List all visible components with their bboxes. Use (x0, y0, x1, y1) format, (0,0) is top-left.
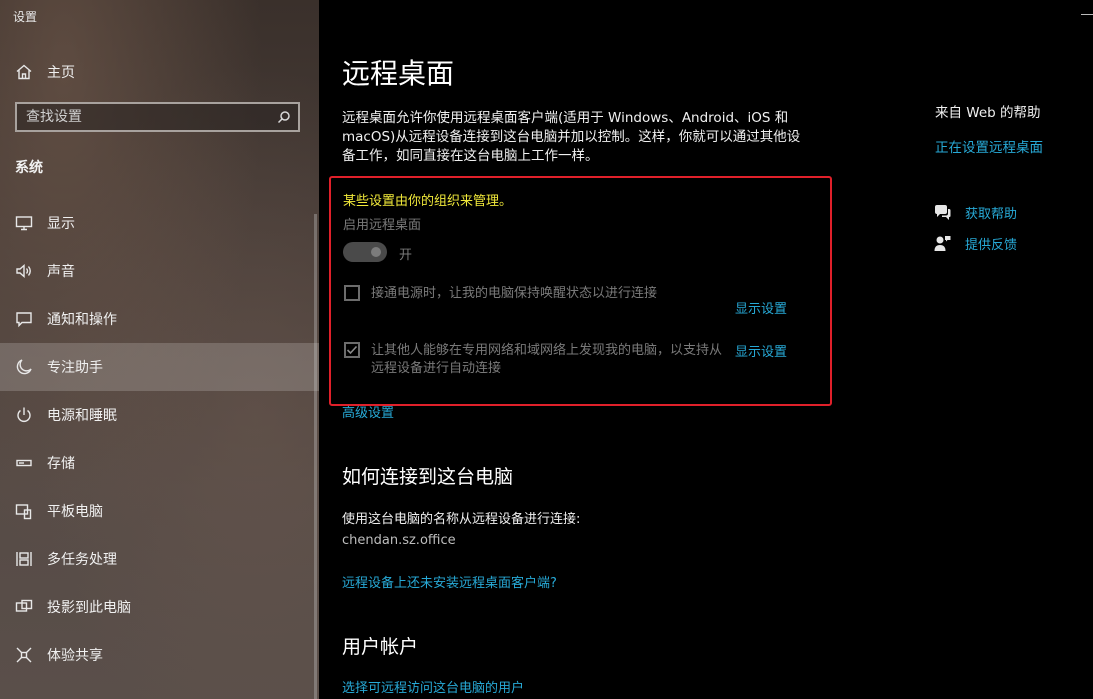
main-content: 远程桌面 远程桌面允许你使用远程桌面客户端(适用于 Windows、Androi… (319, 0, 1093, 699)
sidebar-item-label: 专注助手 (47, 360, 103, 376)
help-title: 来自 Web 的帮助 (935, 105, 1041, 121)
help-link-setup[interactable]: 正在设置远程桌面 (935, 136, 1043, 156)
sidebar-nav: 显示 声音 通知和操作 专注助手 电源和睡眠 存储 平板电脑 多任务处理 投影到… (0, 199, 319, 679)
page-title: 远程桌面 (342, 57, 455, 90)
sidebar-scrollbar[interactable] (314, 214, 317, 699)
power-icon (14, 405, 34, 425)
monitor-icon (14, 213, 34, 233)
sidebar-item-label: 存储 (47, 456, 75, 472)
feedback-link[interactable]: 提供反馈 (965, 234, 1017, 253)
sidebar-item-label: 通知和操作 (47, 312, 117, 328)
page-description: 远程桌面允许你使用远程桌面客户端(适用于 Windows、Android、iOS… (342, 110, 801, 164)
sidebar-item-focus-assist[interactable]: 专注助手 (0, 343, 319, 391)
enable-remote-desktop-label: 启用远程桌面 (343, 218, 422, 233)
keep-awake-checkbox[interactable] (344, 285, 360, 301)
share-icon (14, 645, 34, 665)
sidebar-item-shared-experiences[interactable]: 体验共享 (0, 631, 319, 679)
sidebar-item-tablet[interactable]: 平板电脑 (0, 487, 319, 535)
project-icon (14, 597, 34, 617)
connect-description: 使用这台电脑的名称从远程设备进行连接: (342, 512, 581, 527)
sidebar-item-label: 主页 (47, 65, 75, 81)
sidebar-item-label: 声音 (47, 264, 75, 280)
sidebar-item-multitasking[interactable]: 多任务处理 (0, 535, 319, 583)
select-users-link[interactable]: 选择可远程访问这台电脑的用户 (342, 677, 524, 696)
pc-name: chendan.sz.office (342, 533, 456, 548)
sidebar: 设置 主页 系统 显示 声音 通知和操作 (0, 0, 319, 699)
search-input[interactable] (17, 108, 274, 126)
sidebar-item-label: 显示 (47, 216, 75, 232)
keep-awake-label: 接通电源时，让我的电脑保持唤醒状态以进行连接 (371, 286, 658, 301)
get-help-link[interactable]: 获取帮助 (965, 203, 1017, 222)
feedback-row[interactable]: 提供反馈 (933, 234, 1017, 253)
sidebar-item-project[interactable]: 投影到此电脑 (0, 583, 319, 631)
get-help-row[interactable]: 获取帮助 (933, 203, 1017, 222)
sidebar-item-storage[interactable]: 存储 (0, 439, 319, 487)
moon-icon (14, 357, 34, 377)
help-chat-icon (933, 204, 951, 222)
storage-icon (14, 453, 34, 473)
client-not-installed-link[interactable]: 远程设备上还未安装远程桌面客户端? (342, 572, 557, 591)
minimize-icon[interactable] (1081, 14, 1093, 15)
sidebar-item-label: 平板电脑 (47, 504, 103, 520)
discoverable-checkbox[interactable] (344, 342, 360, 358)
app-title: 设置 (13, 10, 38, 24)
advanced-settings-link[interactable]: 高级设置 (342, 402, 394, 421)
sidebar-item-label: 体验共享 (47, 648, 103, 664)
sidebar-item-sound[interactable]: 声音 (0, 247, 319, 295)
sidebar-item-home[interactable]: 主页 (0, 52, 319, 92)
sidebar-item-label: 电源和睡眠 (47, 408, 117, 424)
sidebar-item-label: 多任务处理 (47, 552, 117, 568)
search-icon[interactable] (274, 107, 294, 127)
sidebar-item-label: 投影到此电脑 (47, 600, 131, 616)
section-heading: 系统 (15, 160, 43, 176)
toggle-knob (371, 247, 381, 257)
speaker-icon (14, 261, 34, 281)
multitask-icon (14, 549, 34, 569)
discoverable-label: 让其他人能够在专用网络和域网络上发现我的电脑，以支持从远程设备进行自动连接 (371, 343, 723, 376)
sidebar-item-notifications[interactable]: 通知和操作 (0, 295, 319, 343)
managed-notice: 某些设置由你的组织来管理。 (343, 194, 513, 209)
home-icon (14, 62, 34, 82)
accounts-heading: 用户帐户 (342, 636, 419, 658)
checkmark-icon (346, 345, 358, 355)
sidebar-item-display[interactable]: 显示 (0, 199, 319, 247)
search-box[interactable] (15, 102, 300, 132)
tablet-icon (14, 501, 34, 521)
message-icon (14, 309, 34, 329)
show-settings-link[interactable]: 显示设置 (735, 341, 787, 360)
enable-remote-desktop-toggle[interactable] (343, 242, 387, 262)
show-settings-link[interactable]: 显示设置 (735, 298, 787, 317)
connect-heading: 如何连接到这台电脑 (342, 466, 514, 488)
sidebar-item-power[interactable]: 电源和睡眠 (0, 391, 319, 439)
feedback-person-icon (933, 235, 951, 253)
toggle-state-label: 开 (399, 248, 413, 263)
